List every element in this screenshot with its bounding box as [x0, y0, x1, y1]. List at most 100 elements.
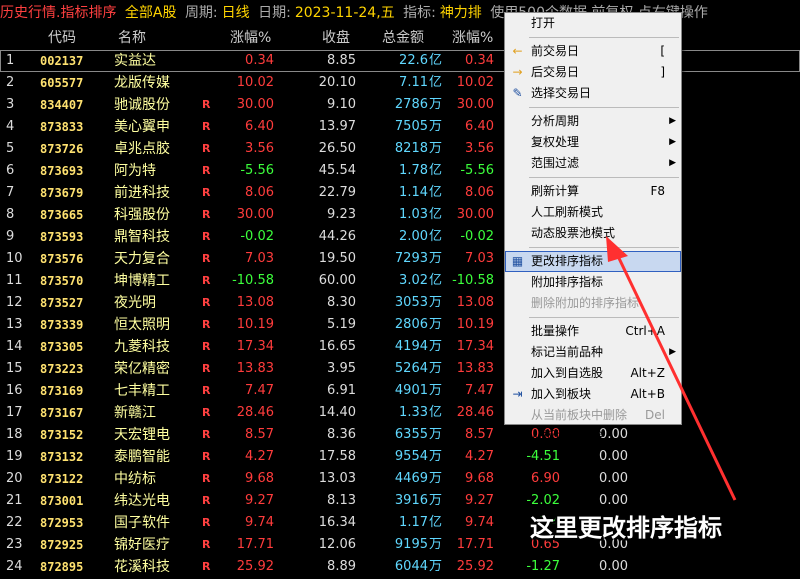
close-price: 13.03	[318, 471, 356, 486]
change-pct: 0.34	[245, 53, 274, 68]
turnover-amount: 4194	[394, 339, 428, 354]
menu-shortcut: Del	[645, 408, 665, 422]
stock-code: 605577	[40, 76, 84, 90]
row-index: 3	[6, 97, 15, 112]
extra-col-2: 0.00	[599, 471, 628, 486]
change-pct: 8.06	[245, 185, 274, 200]
stock-code: 873132	[40, 450, 84, 464]
col-change[interactable]: 涨幅%	[230, 26, 271, 50]
change-pct: 28.46	[236, 405, 274, 420]
close-price: 8.36	[327, 427, 356, 442]
indicator-value[interactable]: 神力排	[440, 5, 482, 21]
menu-separator	[529, 37, 679, 38]
stock-code: 873001	[40, 494, 84, 508]
menu-item-label: 选择交易日	[531, 86, 592, 100]
menu-batch[interactable]: 批量操作 Ctrl+A	[505, 321, 681, 342]
row-index: 18	[6, 427, 23, 442]
menu-change-sort-indicator[interactable]: ▦ 更改排序指标	[505, 251, 681, 272]
margin-flag: R	[202, 230, 211, 243]
close-price: 14.40	[318, 405, 356, 420]
change-pct: 17.71	[236, 537, 274, 552]
stock-name: 龙版传媒	[114, 75, 170, 91]
margin-flag: R	[202, 98, 211, 111]
stock-name: 恒太照明	[114, 317, 170, 333]
change-pct-2: 8.06	[465, 185, 494, 200]
menu-open[interactable]: 打开	[505, 13, 681, 34]
menu-item-label: 批量操作	[531, 324, 580, 338]
change-pct: 8.57	[245, 427, 274, 442]
col-amount[interactable]: 总金额	[382, 26, 424, 50]
col-name[interactable]: 名称	[118, 26, 146, 50]
change-pct: 13.08	[236, 295, 274, 310]
change-pct-2: 25.92	[456, 559, 494, 574]
turnover-amount: 7.11	[399, 75, 428, 90]
extra-col-1: 6.90	[531, 471, 560, 486]
row-index: 23	[6, 537, 23, 552]
change-pct-2: 10.02	[456, 75, 494, 90]
menu-item-label: 从板块中删除	[531, 429, 604, 443]
period-value[interactable]: 日线	[222, 5, 250, 21]
menu-prev-day[interactable]: ← 前交易日 [	[505, 41, 681, 62]
close-price: 19.50	[318, 251, 356, 266]
menu-item-label: 复权处理	[531, 135, 580, 149]
date-value[interactable]: 2023-11-24,五	[295, 5, 395, 21]
stock-code: 002137	[40, 54, 84, 68]
extra-col-1: -1.27	[526, 559, 560, 574]
row-index: 15	[6, 361, 23, 376]
col-code[interactable]: 代码	[48, 26, 76, 50]
window-title: 历史行情.指标排序	[0, 5, 117, 21]
change-pct-2: 9.27	[465, 493, 494, 508]
change-pct: 17.34	[236, 339, 274, 354]
menu-period[interactable]: 分析周期 ▶	[505, 111, 681, 132]
turnover-amount: 7293	[394, 251, 428, 266]
margin-flag: R	[202, 318, 211, 331]
menu-choose-day[interactable]: ✎ 选择交易日	[505, 83, 681, 104]
col-change-2[interactable]: 涨幅%	[452, 26, 493, 50]
stock-name: 国子软件	[114, 515, 170, 531]
stock-code: 872953	[40, 516, 84, 530]
close-price: 9.23	[327, 207, 356, 222]
margin-flag: R	[202, 340, 211, 353]
turnover-amount: 9195	[394, 537, 428, 552]
board-name[interactable]: 全部A股	[125, 5, 177, 21]
turnover-amount: 1.03	[399, 207, 428, 222]
turnover-amount: 1.78	[399, 163, 428, 178]
menu-item-label: 加入到板块	[531, 387, 592, 401]
submenu-arrow-icon: ▶	[669, 137, 676, 147]
menu-add-sort-indicator[interactable]: 附加排序指标	[505, 272, 681, 293]
turnover-amount: 7505	[394, 119, 428, 134]
change-pct-2: 7.47	[465, 383, 494, 398]
menu-filter[interactable]: 范围过滤 ▶	[505, 153, 681, 174]
close-price: 17.58	[318, 449, 356, 464]
change-pct-2: -10.58	[452, 273, 494, 288]
stock-code: 873167	[40, 406, 84, 420]
menu-shortcut: ]	[660, 65, 665, 79]
menu-manual-refresh[interactable]: 人工刷新模式	[505, 202, 681, 223]
menu-dynamic-pool[interactable]: 动态股票池模式	[505, 223, 681, 244]
menu-add-watchlist[interactable]: 加入到自选股 Alt+Z	[505, 363, 681, 384]
change-pct-2: 17.34	[456, 339, 494, 354]
close-price: 3.95	[327, 361, 356, 376]
menu-remove-block[interactable]: 从板块中删除 Alt+D	[505, 426, 681, 447]
table-row[interactable]: 19 873132 泰鹏智能 R 4.27 17.58 9554 万 4.27 -4.51 0.00	[0, 446, 800, 468]
stock-code: 873527	[40, 296, 84, 310]
margin-flag: R	[202, 428, 211, 441]
stock-code: 873679	[40, 186, 84, 200]
turnover-amount: 3916	[394, 493, 428, 508]
col-close[interactable]: 收盘	[322, 26, 350, 50]
indicator-label: 指标:	[403, 5, 436, 21]
stock-name: 驰诚股份	[114, 97, 170, 113]
turnover-amount: 8218	[394, 141, 428, 156]
menu-item-label: 后交易日	[531, 65, 580, 79]
menu-refresh[interactable]: 刷新计算 F8	[505, 181, 681, 202]
margin-flag: R	[202, 472, 211, 485]
menu-next-day[interactable]: → 后交易日]	[505, 62, 681, 83]
change-pct-2: 6.40	[465, 119, 494, 134]
change-pct: 30.00	[236, 97, 274, 112]
table-row[interactable]: 24 872895 花溪科技 R 25.92 8.89 6044 万 25.92 -1.27 0.0…	[0, 556, 800, 578]
menu-mark[interactable]: 标记当前品种 ▶	[505, 342, 681, 363]
table-row[interactable]: 20 873122 中纺标 R 9.68 13.03 4469 万 9.68 6.90 0.00	[0, 468, 800, 490]
menu-item-label: 打开	[531, 16, 556, 30]
menu-adjust[interactable]: 复权处理 ▶	[505, 132, 681, 153]
menu-add-block[interactable]: ⇥ 加入到板块 Alt+B	[505, 384, 681, 405]
